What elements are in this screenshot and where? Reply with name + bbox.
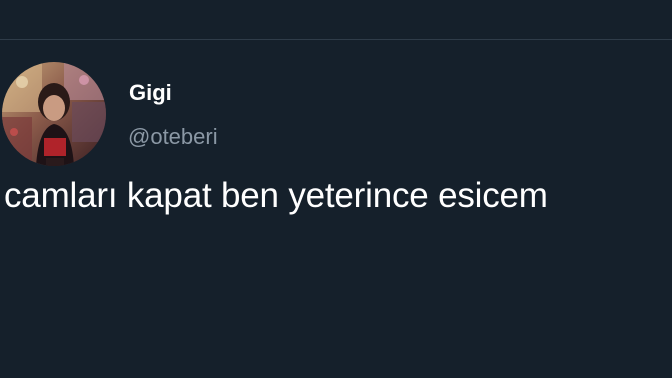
top-bar-area (0, 0, 672, 39)
profile-photo-icon (2, 62, 106, 166)
author-avatar[interactable] (2, 62, 106, 166)
author-handle[interactable]: @oteberi (128, 124, 218, 150)
author-display-name[interactable]: Gigi (129, 80, 172, 106)
tweet-text: camları kapat ben yeterince esicem (4, 176, 548, 215)
tweet-card: Gigi @oteberi camları kapat ben yeterinc… (0, 40, 672, 378)
